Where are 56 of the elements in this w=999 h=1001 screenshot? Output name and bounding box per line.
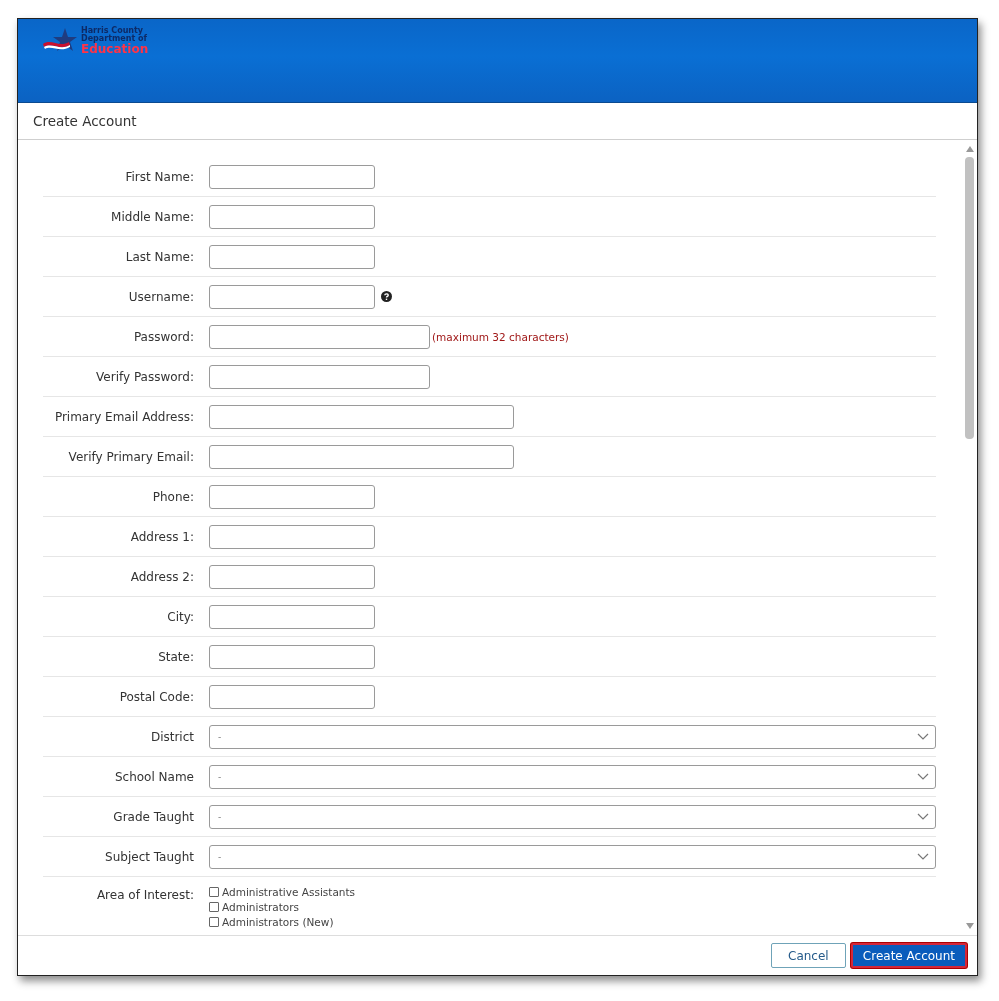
- field-label: Address 2:: [129, 569, 195, 584]
- field-label: First Name:: [124, 169, 195, 184]
- input-field[interactable]: [209, 564, 375, 589]
- input-field[interactable]: [209, 324, 430, 349]
- field-label: City:: [166, 609, 195, 624]
- field-label: Primary Email Address:: [53, 409, 195, 424]
- input-field[interactable]: [209, 524, 375, 549]
- field-label: School Name: [113, 769, 195, 784]
- chevron-down-icon: [917, 852, 929, 861]
- dialog-title: Create Account: [33, 113, 137, 129]
- dropdown[interactable]: -: [209, 764, 936, 789]
- input-field[interactable]: [209, 644, 375, 669]
- field-label: Grade Taught: [112, 809, 195, 824]
- scroll-down-icon[interactable]: [965, 923, 974, 929]
- help-icon[interactable]: [381, 291, 392, 302]
- dropdown[interactable]: -: [209, 724, 936, 749]
- field-label: Username:: [127, 289, 195, 304]
- chevron-down-icon: [917, 772, 929, 781]
- dropdown[interactable]: -: [209, 804, 936, 829]
- input-field[interactable]: [209, 604, 375, 629]
- input-field[interactable]: [209, 164, 375, 189]
- logo-text: Education: [81, 43, 149, 55]
- field-label: Password:: [132, 329, 195, 344]
- field-label: Phone:: [151, 489, 195, 504]
- hint-text: (maximum 32 characters): [432, 330, 569, 343]
- input-field[interactable]: [209, 364, 430, 389]
- input-field[interactable]: [209, 204, 375, 229]
- chevron-down-icon: [917, 812, 929, 821]
- scrollbar-thumb[interactable]: [965, 157, 974, 439]
- field-label: Postal Code:: [118, 689, 195, 704]
- field-label: Verify Primary Email:: [67, 449, 195, 464]
- field-label: Verify Password:: [95, 369, 195, 384]
- input-field[interactable]: [209, 484, 375, 509]
- scroll-up-icon[interactable]: [965, 146, 974, 152]
- input-field[interactable]: [209, 244, 375, 269]
- star-flag-icon: [43, 28, 79, 54]
- logo-text: Department of: [81, 35, 148, 43]
- field-label: Area of Interest:: [95, 887, 195, 902]
- create-account-button[interactable]: Create Account: [850, 943, 967, 968]
- input-field[interactable]: [209, 404, 514, 429]
- checkbox-option[interactable]: Administrators: [209, 901, 356, 913]
- input-field[interactable]: [209, 284, 375, 309]
- checkbox-option[interactable]: Administrators (New): [209, 916, 356, 928]
- chevron-down-icon: [917, 732, 929, 741]
- logo-text: Harris County: [81, 27, 144, 35]
- field-label: Subject Taught: [104, 849, 195, 864]
- field-label: District: [149, 729, 195, 744]
- input-field[interactable]: [209, 444, 514, 469]
- field-label: Last Name:: [124, 249, 195, 264]
- field-label: State:: [157, 649, 195, 664]
- dropdown[interactable]: -: [209, 844, 936, 869]
- input-field[interactable]: [209, 684, 375, 709]
- cancel-button[interactable]: Cancel: [770, 943, 846, 968]
- field-label: Address 1:: [129, 529, 195, 544]
- field-label: Middle Name:: [110, 209, 195, 224]
- checkbox-option[interactable]: Administrative Assistants: [209, 886, 356, 898]
